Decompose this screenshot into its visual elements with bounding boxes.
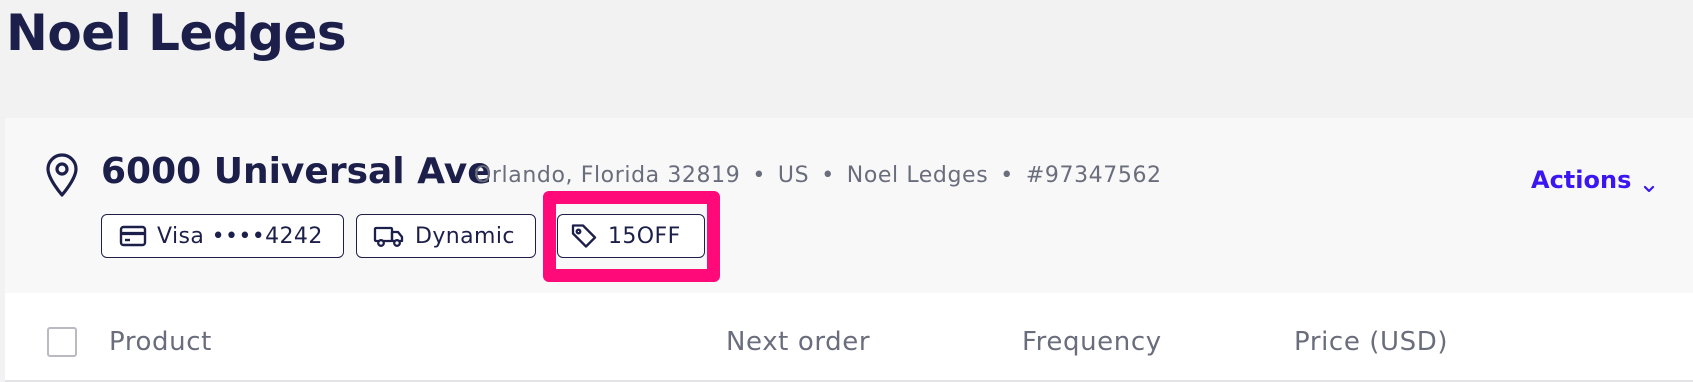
- coupon-code-label: 15OFF: [608, 223, 681, 249]
- tag-icon: [570, 224, 598, 248]
- actions-dropdown-button[interactable]: Actions: [1531, 166, 1656, 194]
- address-meta: Orlando, Florida 32819 • US • Noel Ledges • #9…: [474, 163, 1162, 188]
- column-header-price[interactable]: Price (USD): [1294, 327, 1448, 357]
- address-country: US: [777, 163, 810, 188]
- shipping-method-label: Dynamic: [415, 223, 515, 249]
- actions-label: Actions: [1531, 166, 1632, 194]
- column-header-next-order[interactable]: Next order: [726, 327, 870, 357]
- address-street: 6000 Universal Ave: [101, 151, 492, 192]
- separator-dot: •: [752, 163, 766, 188]
- address-id: #97347562: [1025, 163, 1162, 188]
- select-all-checkbox[interactable]: [47, 327, 77, 357]
- column-header-frequency[interactable]: Frequency: [1022, 327, 1162, 357]
- payment-method-chip[interactable]: Visa ••••4242: [101, 214, 344, 258]
- subscription-address-card: 6000 Universal Ave Orlando, Florida 3281…: [5, 118, 1693, 382]
- shipping-method-chip[interactable]: Dynamic: [356, 214, 536, 258]
- page-title: Noel Ledges: [6, 4, 347, 62]
- column-header-product[interactable]: Product: [109, 327, 212, 357]
- table-header-row: Product Next order Frequency Price (USD): [5, 293, 1693, 382]
- truck-icon: [373, 224, 405, 248]
- customer-name: Noel Ledges: [846, 163, 989, 188]
- credit-card-icon: [119, 224, 147, 248]
- payment-method-label: Visa ••••4242: [157, 223, 323, 249]
- separator-dot: •: [1000, 163, 1014, 188]
- chevron-down-icon: [1642, 174, 1656, 193]
- coupon-chip[interactable]: 15OFF: [557, 214, 705, 258]
- separator-dot: •: [821, 163, 835, 188]
- map-pin-icon: [42, 152, 82, 198]
- address-city-line: Orlando, Florida 32819: [474, 163, 741, 188]
